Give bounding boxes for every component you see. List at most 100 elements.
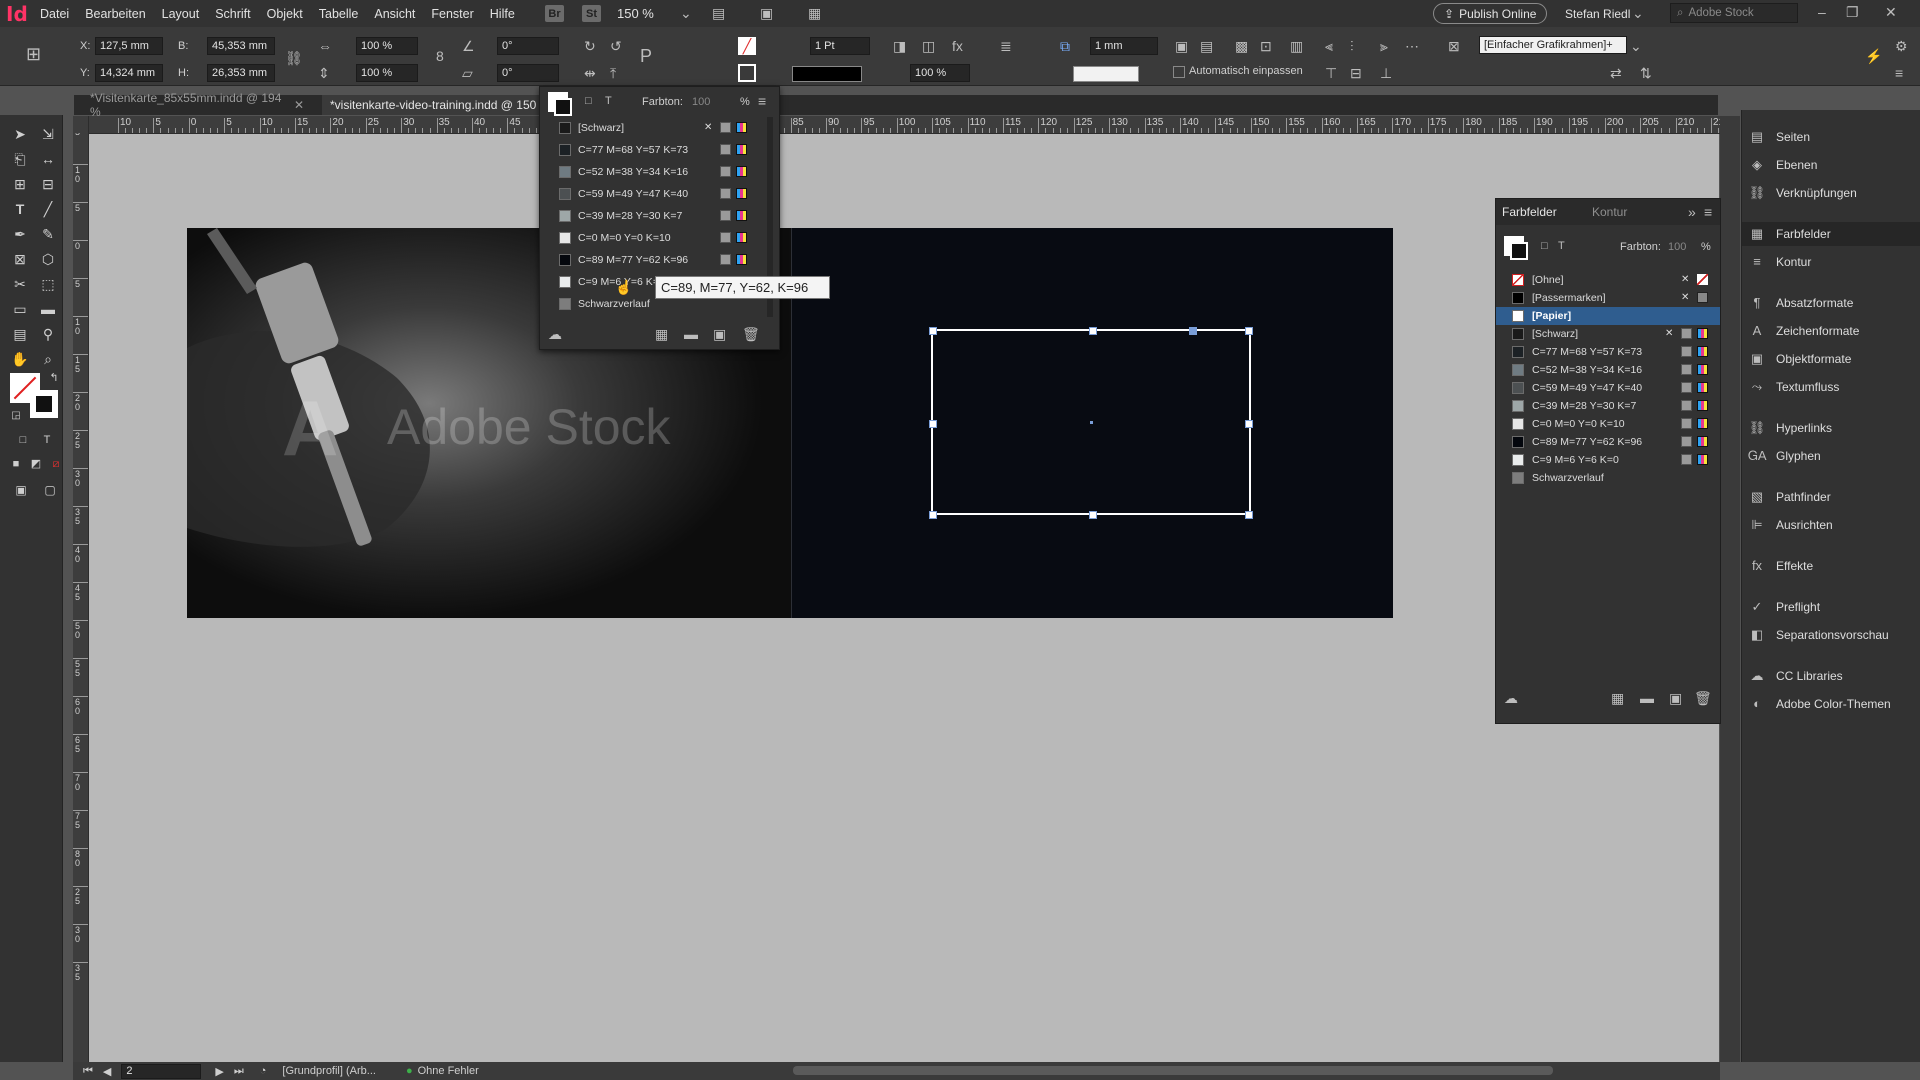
- swatch-row[interactable]: C=39 M=28 Y=30 K=7: [1496, 397, 1720, 415]
- dock-item-ausrichten[interactable]: ⊫ Ausrichten: [1742, 513, 1920, 537]
- scale-x-field[interactable]: 100 %: [356, 37, 418, 55]
- formatting-container-icon[interactable]: □: [1541, 237, 1548, 255]
- menu-objekt[interactable]: Objekt: [267, 7, 303, 21]
- tab-farbfelder[interactable]: Farbfelder: [1502, 205, 1557, 219]
- stock-button[interactable]: St: [582, 5, 601, 22]
- resize-handle[interactable]: [1245, 420, 1253, 428]
- page-number-field[interactable]: 2: [121, 1063, 202, 1079]
- formatting-container-icon[interactable]: □: [585, 92, 592, 110]
- prev-page-icon[interactable]: ◀: [103, 1065, 111, 1078]
- formatting-text-icon[interactable]: T: [605, 92, 612, 110]
- trash-icon[interactable]: 🗑: [742, 325, 760, 343]
- note-tool-icon[interactable]: ▤: [9, 323, 31, 345]
- gear-icon[interactable]: ⚙: [1895, 37, 1908, 55]
- line-tool-icon[interactable]: ╱: [37, 198, 59, 220]
- tint-value[interactable]: 100: [1668, 241, 1686, 253]
- dock-item-zeichenformate[interactable]: A Zeichenformate: [1742, 319, 1920, 343]
- dock-item-absatzformate[interactable]: ¶ Absatzformate: [1742, 291, 1920, 315]
- default-fill-stroke-icon[interactable]: ◲: [5, 405, 27, 427]
- width-field[interactable]: 45,353 mm: [207, 37, 275, 55]
- cc-libraries-icon[interactable]: ☁: [1504, 689, 1518, 707]
- formatting-text-icon[interactable]: T: [1558, 237, 1565, 255]
- stroke-swatch-icon[interactable]: [30, 390, 58, 418]
- stock-search-input[interactable]: ⌕ Adobe Stock: [1670, 3, 1798, 23]
- stroke-weight-field[interactable]: 1 Pt: [810, 37, 870, 55]
- close-icon[interactable]: ✕: [1885, 3, 1897, 21]
- gap-field[interactable]: 1 mm: [1090, 37, 1158, 55]
- link-scale-icon[interactable]: 8: [436, 47, 444, 65]
- resize-handle[interactable]: [929, 511, 937, 519]
- scale-y-field[interactable]: 100 %: [356, 64, 418, 82]
- corner-options-handle[interactable]: [1189, 327, 1197, 335]
- new-swatch-icon[interactable]: ▣: [1669, 689, 1682, 707]
- close-icon[interactable]: ✕: [294, 98, 304, 112]
- formatting-container-icon[interactable]: □: [12, 429, 34, 451]
- dock-item-kontur[interactable]: ≡ Kontur: [1742, 250, 1920, 274]
- fill-stroke-toggle-icon[interactable]: [548, 92, 572, 116]
- swatch-row[interactable]: [Papier]: [1496, 307, 1720, 325]
- preflight-status[interactable]: Ohne Fehler: [418, 1065, 479, 1077]
- y-field[interactable]: 14,324 mm: [95, 64, 163, 82]
- screen-mode-preview-icon[interactable]: ▢: [39, 479, 61, 501]
- ruler-origin[interactable]: [73, 116, 88, 133]
- fill-none-icon[interactable]: ╱: [738, 37, 756, 55]
- arrange-documents-icon[interactable]: ▦: [808, 4, 821, 22]
- shear-angle-field[interactable]: 0°: [497, 64, 559, 82]
- chevron-down-icon[interactable]: ⌄: [1630, 37, 1642, 55]
- publish-online-button[interactable]: ⇪ Publish Online: [1433, 3, 1548, 24]
- align-left-icon[interactable]: ⫷: [1325, 37, 1333, 55]
- content-placer-icon[interactable]: ⊟: [37, 173, 59, 195]
- menu-datei[interactable]: Datei: [40, 7, 69, 21]
- hand-tool-icon[interactable]: ✋: [9, 348, 31, 370]
- rotate-cw-icon[interactable]: ↻: [584, 37, 596, 55]
- gradient-tool-icon[interactable]: ▭: [9, 298, 31, 320]
- gap-tool-icon[interactable]: ↔: [37, 148, 59, 170]
- distribute-icon[interactable]: ⋯: [1405, 37, 1419, 55]
- align-middle-icon[interactable]: ⊟: [1350, 64, 1362, 82]
- shadow-icon[interactable]: ◨: [893, 37, 906, 55]
- dock-item-effekte[interactable]: fx Effekte: [1742, 554, 1920, 578]
- object-style-icon[interactable]: ⊠: [1448, 37, 1460, 55]
- swatch-row[interactable]: C=0 M=0 Y=0 K=10: [540, 227, 765, 249]
- frame-fitting-icon[interactable]: ⧉: [1060, 37, 1070, 55]
- tint-value[interactable]: 100: [692, 96, 710, 108]
- swatch-row[interactable]: C=0 M=0 Y=0 K=10: [1496, 415, 1720, 433]
- flip-vertical-icon[interactable]: ⤒: [610, 64, 616, 82]
- rectangle-frame-tool-icon[interactable]: ⊠: [9, 248, 31, 270]
- corner-shape-select[interactable]: [1073, 66, 1139, 82]
- opacity-field[interactable]: 100 %: [910, 64, 970, 82]
- swatch-view-icon[interactable]: ▦: [1611, 689, 1624, 707]
- dock-item-preflight[interactable]: ✓ Preflight: [1742, 595, 1920, 619]
- fill-frame-icon[interactable]: ▩: [1235, 37, 1248, 55]
- swatch-row[interactable]: [Schwarz] ✕: [1496, 325, 1720, 343]
- fit-frame-icon[interactable]: ▤: [1200, 37, 1213, 55]
- trash-icon[interactable]: 🗑: [1694, 689, 1712, 707]
- effects-icon[interactable]: fx: [952, 37, 963, 55]
- preflight-profile[interactable]: [Grundprofil] (Arb...: [282, 1065, 376, 1077]
- resize-handle[interactable]: [929, 327, 937, 335]
- horizontal-ruler[interactable]: 1050510152025303540455055606570758085909…: [88, 116, 1720, 134]
- direct-selection-tool-icon[interactable]: ⇲: [37, 123, 59, 145]
- resize-handle[interactable]: [929, 420, 937, 428]
- swatch-row[interactable]: [Passermarken] ✕: [1496, 289, 1720, 307]
- free-transform-tool-icon[interactable]: ⬚: [37, 273, 59, 295]
- select-container-icon[interactable]: ⇅: [1640, 64, 1652, 82]
- select-content-icon[interactable]: ⇄: [1610, 64, 1622, 82]
- new-swatch-icon[interactable]: ▣: [713, 325, 726, 343]
- menu-hilfe[interactable]: Hilfe: [490, 7, 515, 21]
- corner-options-icon[interactable]: ◫: [922, 37, 935, 55]
- swatch-row[interactable]: C=77 M=68 Y=57 K=73: [1496, 343, 1720, 361]
- swatch-row[interactable]: C=52 M=38 Y=34 K=16: [1496, 361, 1720, 379]
- swatch-row[interactable]: C=9 M=6 Y=6 K=0: [1496, 451, 1720, 469]
- minimize-icon[interactable]: –: [1818, 3, 1826, 21]
- dock-item-ebenen[interactable]: ◈ Ebenen: [1742, 153, 1920, 177]
- dock-item-objektformate[interactable]: ▣ Objektformate: [1742, 347, 1920, 371]
- menu-fenster[interactable]: Fenster: [431, 7, 473, 21]
- next-page-icon[interactable]: ▶: [215, 1065, 223, 1078]
- type-tool-icon[interactable]: T: [9, 198, 31, 220]
- apply-color-icon[interactable]: ■: [5, 453, 27, 475]
- constrain-proportions-icon[interactable]: ⛓: [285, 49, 303, 67]
- bridge-button[interactable]: Br: [545, 5, 564, 22]
- menu-bearbeiten[interactable]: Bearbeiten: [85, 7, 145, 21]
- swatch-row[interactable]: C=59 M=49 Y=47 K=40: [1496, 379, 1720, 397]
